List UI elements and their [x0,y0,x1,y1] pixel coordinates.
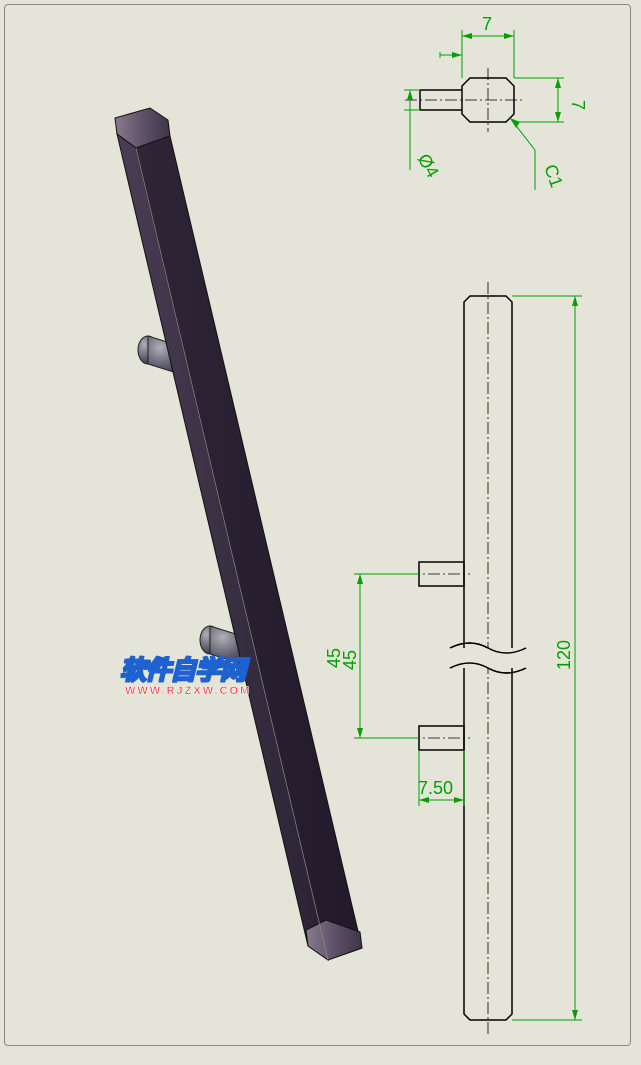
break-line [450,643,526,673]
drawing-page: 7 7 Ø4 C1 [0,0,641,1065]
side-view: 45 45 7.50 120 [0,0,641,1065]
dim-length: 120 [554,640,574,670]
dim-pin-spacing-2: 45 [340,650,360,670]
dim-pin-depth: 7.50 [418,778,453,798]
watermark-url: WWW.RJZXW.COM [125,685,251,697]
watermark-title: 软件自学网 [120,650,245,687]
